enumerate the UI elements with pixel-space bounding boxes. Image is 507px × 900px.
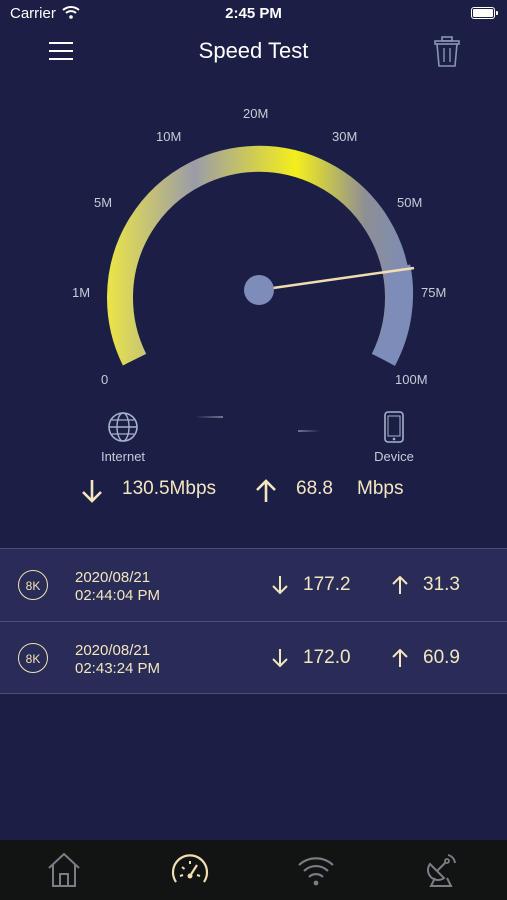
page-title: Speed Test bbox=[198, 38, 309, 63]
history-time: 02:44:04 PM bbox=[75, 587, 161, 604]
connection-dash bbox=[195, 416, 223, 418]
upload-arrow-icon bbox=[392, 575, 408, 594]
internet-endpoint: Internet bbox=[95, 411, 151, 464]
history-timestamp: 2020/08/21 02:44:04 PM bbox=[75, 569, 160, 605]
history-row[interactable]: 8K 2020/08/21 02:43:24 PM 172.0 60.9 bbox=[0, 621, 507, 694]
tick-label: 100M bbox=[395, 372, 428, 387]
globe-icon bbox=[108, 412, 138, 442]
battery-icon bbox=[471, 7, 498, 19]
tick-label: 30M bbox=[332, 129, 358, 144]
history-download: 177.2 bbox=[303, 574, 351, 595]
tick-label: 5M bbox=[94, 195, 113, 210]
satellite-icon[interactable] bbox=[422, 850, 462, 890]
home-icon[interactable] bbox=[44, 850, 84, 890]
internet-label: Internet bbox=[100, 449, 146, 464]
history-download: 172.0 bbox=[303, 647, 351, 668]
phone-icon bbox=[384, 411, 404, 443]
history-upload: 60.9 bbox=[423, 647, 460, 668]
history-upload: 31.3 bbox=[423, 574, 460, 595]
tick-label: 75M bbox=[421, 285, 447, 300]
upload-speed-unit: Mbps bbox=[357, 478, 404, 499]
tab-bar bbox=[0, 840, 507, 900]
history-timestamp: 2020/08/21 02:43:24 PM bbox=[75, 642, 160, 678]
device-endpoint: Device bbox=[366, 411, 422, 464]
download-arrow-icon bbox=[272, 576, 288, 595]
quality-badge: 8K bbox=[18, 570, 48, 600]
tick-label: 20M bbox=[243, 106, 269, 121]
tick-label: 50M bbox=[397, 195, 423, 210]
download-arrow-icon bbox=[82, 480, 102, 503]
upload-arrow-icon bbox=[392, 648, 408, 667]
history-list: 8K 2020/08/21 02:44:04 PM 177.2 31.3 8K … bbox=[0, 548, 507, 694]
connection-dash bbox=[298, 430, 320, 432]
gauge-hub bbox=[244, 275, 274, 305]
tick-label: 10M bbox=[156, 129, 182, 144]
wifi-icon[interactable] bbox=[296, 850, 336, 890]
device-label: Device bbox=[374, 449, 414, 464]
quality-badge: 8K bbox=[18, 643, 48, 673]
tick-label: 1M bbox=[72, 285, 91, 300]
upload-arrow-icon bbox=[256, 479, 276, 502]
history-date: 2020/08/21 bbox=[75, 569, 151, 586]
nav-bar: Speed Test bbox=[0, 30, 507, 74]
trash-icon[interactable] bbox=[433, 36, 461, 68]
history-date: 2020/08/21 bbox=[75, 642, 151, 659]
download-arrow-icon bbox=[272, 649, 288, 668]
speed-gauge: 0 1M 5M 10M 20M 30M 50M 75M 100M bbox=[0, 95, 507, 395]
status-bar: Carrier 2:45 PM bbox=[0, 0, 507, 28]
upload-speed-value: 68.8 bbox=[296, 478, 333, 499]
tick-label: 0 bbox=[101, 372, 109, 387]
download-speed: 130.5Mbps bbox=[122, 478, 217, 499]
speedometer-icon[interactable] bbox=[170, 850, 210, 890]
history-time: 02:43:24 PM bbox=[75, 660, 161, 677]
clock-label: 2:45 PM bbox=[225, 5, 282, 22]
gauge-arc bbox=[107, 145, 415, 366]
history-row[interactable]: 8K 2020/08/21 02:44:04 PM 177.2 31.3 bbox=[0, 548, 507, 621]
